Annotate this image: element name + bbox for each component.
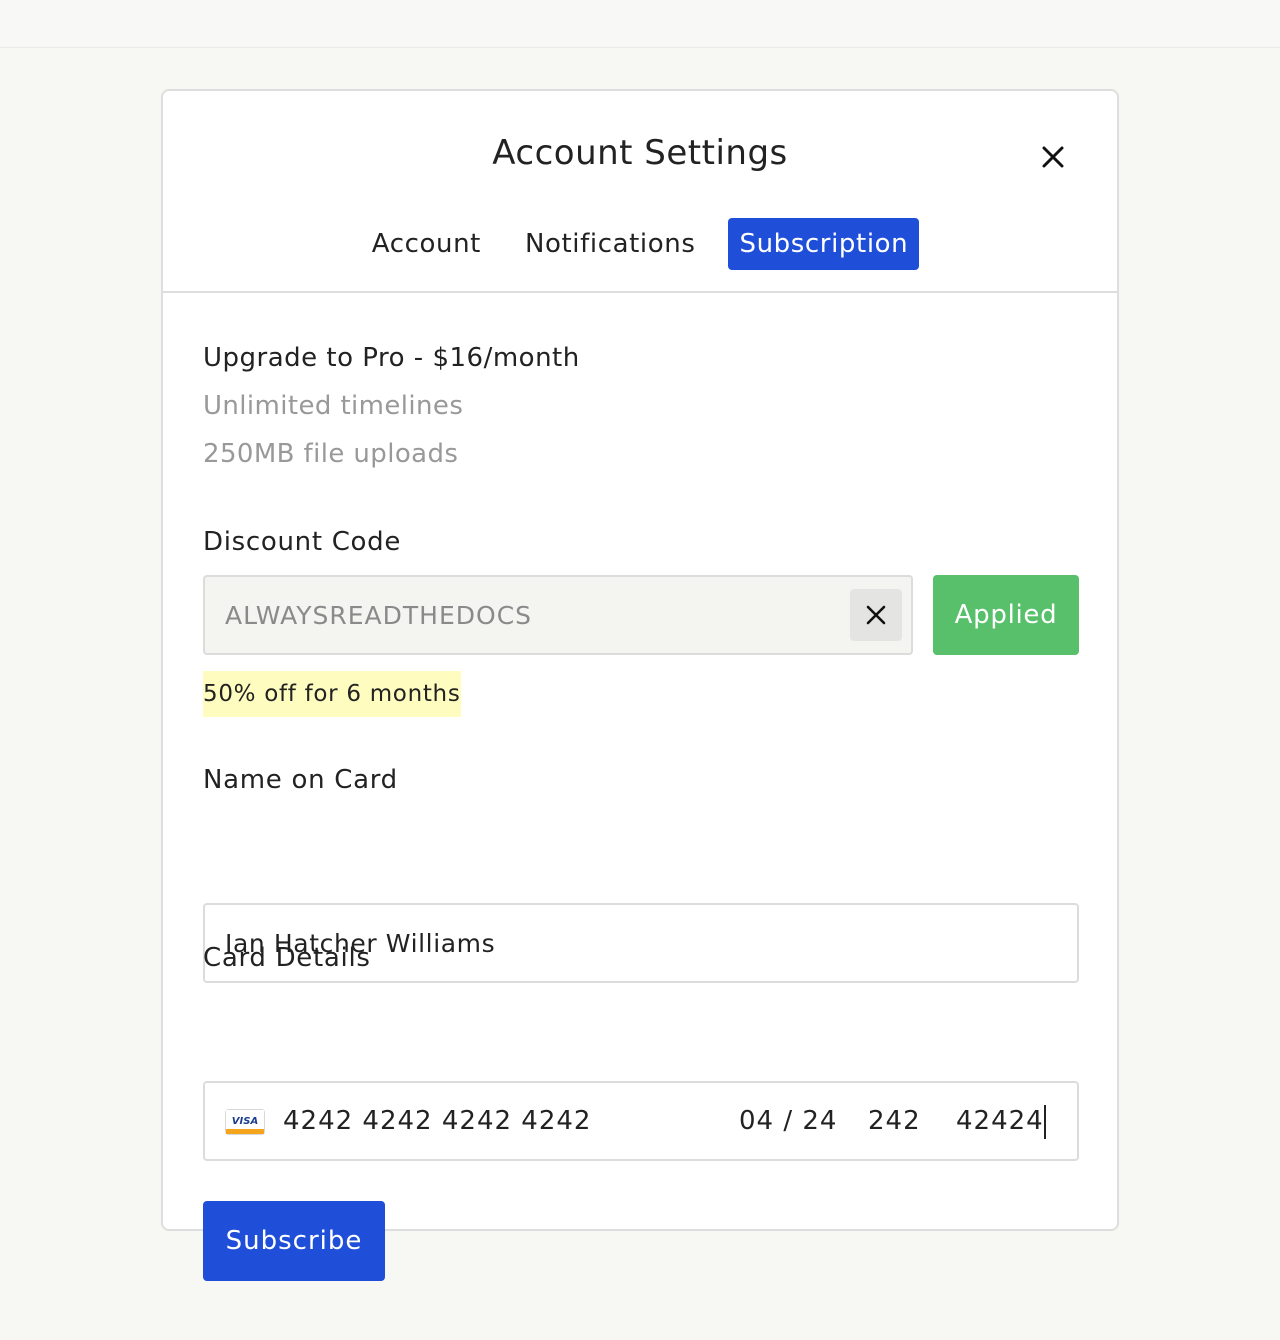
close-icon [866, 605, 886, 625]
card-zip: 42424 [956, 1106, 1044, 1136]
close-icon[interactable] [1033, 137, 1073, 177]
card-cvc: 242 [868, 1106, 921, 1136]
name-on-card-label: Name on Card [203, 765, 398, 795]
discount-note: 50% off for 6 months [203, 671, 461, 717]
discount-code-input[interactable] [225, 577, 825, 653]
account-settings-modal: Account Settings Account Notifications S… [161, 89, 1119, 1281]
top-bar [0, 0, 1280, 48]
tab-subscription[interactable]: Subscription [728, 218, 920, 270]
modal-header: Account Settings Account Notifications S… [163, 91, 1117, 293]
card-expiry: 04 / 24 [739, 1106, 838, 1136]
settings-tabs: Account Notifications Subscription [163, 218, 1117, 270]
svg-text:VISA: VISA [232, 1116, 258, 1127]
modal-title: Account Settings [492, 133, 788, 173]
card-details-label: Card Details [203, 943, 371, 973]
card-details-input[interactable]: VISA 4242 4242 4242 4242 04 / 24 242 424… [203, 1081, 1079, 1161]
tab-account[interactable]: Account [361, 218, 492, 270]
applied-button[interactable]: Applied [933, 575, 1079, 655]
discount-code-field [203, 575, 913, 655]
visa-icon: VISA [225, 1109, 265, 1135]
subscribe-button[interactable]: Subscribe [203, 1201, 385, 1281]
discount-code-label: Discount Code [203, 527, 402, 557]
plan-feature: 250MB file uploads [203, 439, 459, 469]
plan-feature: Unlimited timelines [203, 391, 464, 421]
plan-title: Upgrade to Pro - $16/month [203, 343, 580, 373]
card-number: 4242 4242 4242 4242 [283, 1106, 592, 1136]
text-cursor [1044, 1105, 1046, 1139]
tab-notifications[interactable]: Notifications [514, 218, 707, 270]
clear-discount-button[interactable] [850, 589, 902, 641]
